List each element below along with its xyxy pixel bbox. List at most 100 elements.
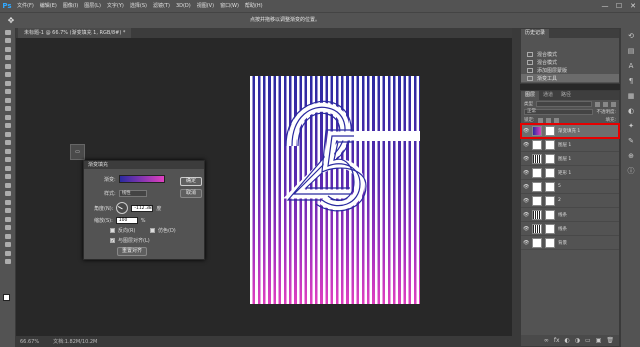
menu-item[interactable]: 3D(D) <box>173 0 194 12</box>
collapsed-panel-icon[interactable]: ▭ <box>70 144 85 160</box>
tool-icon[interactable] <box>0 190 16 199</box>
lock-pixels-icon[interactable] <box>537 117 543 123</box>
properties-icon[interactable]: ▤ <box>621 43 640 58</box>
tool-icon[interactable] <box>0 37 16 46</box>
adjustments-icon[interactable]: ◐ <box>621 103 640 118</box>
visibility-eye-icon[interactable]: 👁 <box>523 142 529 148</box>
tool-icon[interactable] <box>0 130 16 139</box>
history-item[interactable]: 混合模式 <box>521 50 619 58</box>
dither-checkbox[interactable] <box>150 228 155 233</box>
style-select[interactable]: 线性 <box>118 190 147 197</box>
tool-icon[interactable] <box>0 147 16 156</box>
layer-row[interactable]: 👁 渐变填充 1 <box>520 123 620 139</box>
tab-history[interactable]: 历史记录 <box>521 29 550 38</box>
visibility-eye-icon[interactable]: 👁 <box>523 198 529 204</box>
filter-text-icon[interactable] <box>611 101 616 107</box>
filter-dropdown[interactable] <box>536 101 592 107</box>
tool-icon[interactable] <box>0 54 16 63</box>
tool-icon[interactable] <box>0 79 16 88</box>
swatches-icon[interactable]: ▦ <box>621 88 640 103</box>
layer-row[interactable]: 👁 图层 1 <box>521 138 619 152</box>
info-icon[interactable]: ⓘ <box>621 163 640 178</box>
foreground-color-swatch[interactable] <box>3 294 10 301</box>
tool-icon[interactable] <box>0 207 16 216</box>
adjustment-layer-icon[interactable]: ◑ <box>575 337 580 344</box>
ok-button[interactable]: 确定 <box>180 177 202 186</box>
visibility-eye-icon[interactable]: 👁 <box>523 156 529 162</box>
character-icon[interactable]: A <box>621 58 640 73</box>
new-group-icon[interactable]: ▭ <box>585 337 591 344</box>
menu-item[interactable]: 编辑(E) <box>37 0 60 12</box>
history-item[interactable]: 添加图层蒙版 <box>521 66 619 74</box>
tool-icon[interactable] <box>0 249 16 258</box>
gradient-picker[interactable] <box>118 175 165 183</box>
history-item[interactable]: 混合模式 <box>521 58 619 66</box>
trash-icon[interactable]: 🗑 <box>606 337 614 344</box>
layer-row[interactable]: 👁 矩形 1 <box>521 166 619 180</box>
angle-input[interactable]: -112.38 <box>131 204 154 212</box>
maximize-button[interactable]: ☐ <box>614 1 624 11</box>
add-mask-icon[interactable]: ◐ <box>565 337 570 344</box>
close-button[interactable]: ✕ <box>628 1 638 11</box>
tool-icon[interactable] <box>0 71 16 80</box>
menu-item[interactable]: 图层(L) <box>81 0 104 12</box>
menu-item[interactable]: 窗口(W) <box>217 0 242 12</box>
tool-icon[interactable] <box>0 45 16 54</box>
tool-icon[interactable] <box>0 258 16 267</box>
cancel-button[interactable]: 取消 <box>180 189 202 198</box>
zoom-level[interactable]: 66.67% <box>20 339 39 345</box>
lock-position-icon[interactable] <box>545 117 551 123</box>
layer-row[interactable]: 👁 线条 <box>521 208 619 222</box>
tool-icon[interactable] <box>0 96 16 105</box>
new-layer-icon[interactable]: ▣ <box>596 337 602 344</box>
tool-icon[interactable] <box>0 232 16 241</box>
menu-item[interactable]: 帮助(H) <box>242 0 266 12</box>
tool-icon[interactable] <box>0 122 16 131</box>
menu-item[interactable]: 图像(I) <box>60 0 81 12</box>
tool-icon[interactable] <box>0 215 16 224</box>
layer-row[interactable]: 👁 线条 <box>521 222 619 236</box>
tool-icon[interactable] <box>0 241 16 250</box>
layer-row[interactable]: 👁 背景 <box>521 236 619 250</box>
styles-icon[interactable]: ✦ <box>621 118 640 133</box>
align-checkbox[interactable]: ✓ <box>110 238 115 243</box>
blend-mode-select[interactable]: 正常 <box>524 109 594 115</box>
visibility-eye-icon[interactable]: 👁 <box>523 170 529 176</box>
layer-row[interactable]: 👁 图层 1 <box>521 152 619 166</box>
visibility-eye-icon[interactable]: 👁 <box>523 240 529 246</box>
menu-item[interactable]: 滤镜(T) <box>150 0 173 12</box>
lock-all-icon[interactable] <box>553 117 559 123</box>
minimize-button[interactable]: — <box>600 1 610 11</box>
tab-layers-panel[interactable]: 路径 <box>557 91 575 100</box>
tool-icon[interactable] <box>0 173 16 182</box>
visibility-eye-icon[interactable]: 👁 <box>523 128 529 134</box>
layer-row[interactable]: 👁 2 <box>521 194 619 208</box>
tool-icon[interactable] <box>0 198 16 207</box>
layer-style-icon[interactable]: fx <box>554 337 560 344</box>
tool-icon[interactable] <box>0 156 16 165</box>
tool-icon[interactable] <box>0 88 16 97</box>
tool-icon[interactable] <box>0 181 16 190</box>
link-layers-icon[interactable]: ∞ <box>544 337 549 344</box>
tool-icon[interactable] <box>0 28 16 37</box>
menu-item[interactable]: 视图(V) <box>194 0 217 12</box>
tool-icon[interactable] <box>0 164 16 173</box>
document-tab[interactable]: 未标题-1 @ 66.7% (渐变填充 1, RGB/8#) * <box>18 28 132 38</box>
tool-icon[interactable] <box>0 113 16 122</box>
filter-image-icon[interactable] <box>595 101 600 107</box>
visibility-eye-icon[interactable]: 👁 <box>523 212 529 218</box>
menu-item[interactable]: 文件(F) <box>14 0 37 12</box>
scale-input[interactable]: 100 <box>115 217 138 224</box>
tab-layers-panel[interactable]: 通道 <box>539 91 557 100</box>
reverse-checkbox[interactable] <box>110 228 115 233</box>
document-canvas[interactable] <box>250 76 420 304</box>
clone-source-icon[interactable]: ⊕ <box>621 148 640 163</box>
move-tool-icon[interactable]: ✥ <box>4 14 18 28</box>
tool-icon[interactable] <box>0 139 16 148</box>
paragraph-icon[interactable]: ¶ <box>621 73 640 88</box>
reset-align-button[interactable]: 重置对齐 <box>117 247 147 256</box>
tool-icon[interactable] <box>0 62 16 71</box>
angle-dial[interactable] <box>116 202 129 214</box>
tool-icon[interactable] <box>0 224 16 233</box>
menu-item[interactable]: 选择(S) <box>127 0 150 12</box>
